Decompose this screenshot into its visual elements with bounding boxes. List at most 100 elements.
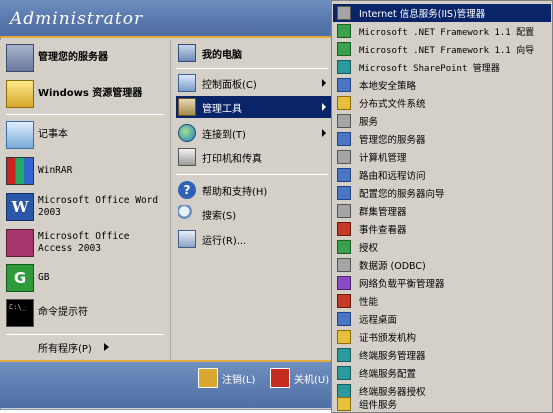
- submenu-item-certificate[interactable]: 证书颁发机构: [333, 328, 551, 346]
- connect-icon: [178, 124, 196, 142]
- start-item-label: GB: [38, 272, 50, 283]
- start-item-cmd[interactable]: C:\_ 命令提示符: [6, 298, 166, 328]
- start-item-label: 打印机和传真: [202, 153, 262, 165]
- start-item-label: WinRAR: [38, 165, 73, 176]
- start-item-my-computer[interactable]: 我的电脑: [176, 42, 332, 64]
- submenu-item-routing[interactable]: 路由和远程访问: [333, 166, 551, 184]
- start-item-explorer[interactable]: Windows 资源管理器: [6, 78, 166, 110]
- ts-config-icon: [337, 366, 351, 380]
- submenu-item-label: 终端服务配置: [359, 369, 417, 380]
- routing-icon: [337, 168, 351, 182]
- start-item-label: Windows 资源管理器: [38, 88, 143, 99]
- cmd-icon: C:\_: [6, 299, 34, 327]
- submenu-item-nlb[interactable]: 网络负载平衡管理器: [333, 274, 551, 292]
- submenu-item-ts-manager[interactable]: 终端服务管理器: [333, 346, 551, 364]
- start-item-admin-tools[interactable]: 管理工具: [176, 96, 332, 118]
- start-item-label: 我的电脑: [202, 49, 242, 61]
- arrow-right-icon: [104, 343, 109, 351]
- submenu-item-label: 路由和远程访问: [359, 171, 426, 182]
- submenu-item-sharepoint[interactable]: Microsoft SharePoint 管理器: [333, 58, 551, 76]
- shutdown-button[interactable]: 关机(U): [270, 368, 329, 388]
- submenu-item-label: 服务: [359, 117, 379, 128]
- submenu-item-manage-server[interactable]: 管理您的服务器: [333, 130, 551, 148]
- power-icon: [270, 368, 290, 388]
- submenu-item-label: 事件查看器: [359, 225, 407, 236]
- admin-tools-icon: [178, 98, 196, 116]
- remote-desktop-icon: [337, 312, 351, 326]
- start-item-label: 管理工具: [202, 103, 242, 115]
- submenu-item-label: Microsoft SharePoint 管理器: [359, 63, 500, 74]
- submenu-item-licensing[interactable]: 授权: [333, 238, 551, 256]
- submenu-item-security-policy[interactable]: 本地安全策略: [333, 76, 551, 94]
- start-item-manage-server[interactable]: 管理您的服务器: [6, 42, 166, 74]
- submenu-item-label: 数据源 (ODBC): [359, 261, 426, 272]
- start-item-control-panel[interactable]: 控制面板(C): [176, 72, 332, 94]
- submenu-item-dotnet-config[interactable]: Microsoft .NET Framework 1.1 配置: [333, 22, 551, 40]
- start-item-access[interactable]: Microsoft Office Access 2003: [6, 228, 166, 258]
- start-item-printers[interactable]: 打印机和传真: [176, 146, 332, 168]
- submenu-item-label: 配置您的服务器向导: [359, 189, 445, 200]
- submenu-item-label: Microsoft .NET Framework 1.1 配置: [359, 27, 535, 38]
- submenu-item-event-viewer[interactable]: 事件查看器: [333, 220, 551, 238]
- arrow-right-icon: [322, 79, 326, 87]
- start-item-label: Microsoft Office Word 2003: [38, 195, 159, 218]
- submenu-item-dfs[interactable]: 分布式文件系统: [333, 94, 551, 112]
- submenu-item-iis[interactable]: Internet 信息服务(IIS)管理器: [333, 4, 551, 22]
- start-item-winrar[interactable]: WinRAR: [6, 156, 166, 186]
- submenu-item-configure-server[interactable]: 配置您的服务器向导: [333, 184, 551, 202]
- submenu-item-cluster[interactable]: 群集管理器: [333, 202, 551, 220]
- search-icon: [178, 205, 196, 223]
- submenu-item-label: Internet 信息服务(IIS)管理器: [359, 9, 486, 20]
- run-icon: [178, 230, 196, 248]
- submenu-item-label: 分布式文件系统: [359, 99, 426, 110]
- nlb-icon: [337, 276, 351, 290]
- odbc-icon: [337, 258, 351, 272]
- printer-icon: [178, 148, 196, 166]
- submenu-item-remote-desktop[interactable]: 远程桌面: [333, 310, 551, 328]
- event-viewer-icon: [337, 222, 351, 236]
- start-item-connect-to[interactable]: 连接到(T): [176, 122, 332, 144]
- start-item-label: Microsoft Office Access 2003: [38, 231, 130, 254]
- start-item-gb[interactable]: G GB: [6, 264, 166, 292]
- computer-management-icon: [337, 150, 351, 164]
- manage-server-icon: [337, 132, 351, 146]
- logoff-icon: [198, 368, 218, 388]
- logoff-button[interactable]: 注销(L): [198, 368, 255, 388]
- submenu-item-component-services[interactable]: 组件服务: [333, 396, 551, 412]
- submenu-item-label: 计算机管理: [359, 153, 407, 164]
- cluster-icon: [337, 204, 351, 218]
- start-item-help[interactable]: ? 帮助和支持(H): [176, 179, 332, 201]
- submenu-item-odbc[interactable]: 数据源 (ODBC): [333, 256, 551, 274]
- start-item-word[interactable]: W Microsoft Office Word 2003: [6, 192, 166, 222]
- dotnet-config-icon: [337, 24, 351, 38]
- start-item-label: 运行(R)...: [202, 235, 247, 247]
- submenu-item-dotnet-wizard[interactable]: Microsoft .NET Framework 1.1 向导: [333, 40, 551, 58]
- start-item-run[interactable]: 运行(R)...: [176, 228, 332, 250]
- left-separator: [6, 114, 164, 115]
- dotnet-wizard-icon: [337, 42, 351, 56]
- right-separator: [176, 68, 328, 69]
- gb-icon: G: [6, 264, 34, 292]
- word-icon: W: [6, 193, 34, 221]
- submenu-item-ts-config[interactable]: 终端服务配置: [333, 364, 551, 382]
- submenu-item-label: 管理您的服务器: [359, 135, 426, 146]
- help-icon: ?: [178, 181, 196, 199]
- start-item-label: 帮助和支持(H): [202, 186, 268, 198]
- performance-icon: [337, 294, 351, 308]
- submenu-item-services[interactable]: 服务: [333, 112, 551, 130]
- start-item-label: 管理您的服务器: [38, 52, 108, 63]
- services-icon: [337, 114, 351, 128]
- submenu-item-performance[interactable]: 性能: [333, 292, 551, 310]
- all-programs-button[interactable]: 所有程序(P): [38, 340, 92, 355]
- submenu-item-computer-management[interactable]: 计算机管理: [333, 148, 551, 166]
- right-separator: [176, 174, 328, 175]
- user-name: Administrator: [10, 9, 144, 29]
- dfs-icon: [337, 96, 351, 110]
- start-item-search[interactable]: 搜索(S): [176, 203, 332, 225]
- winrar-icon: [6, 157, 34, 185]
- start-item-label: 连接到(T): [202, 129, 246, 141]
- start-item-notepad[interactable]: 记事本: [6, 120, 166, 150]
- access-icon: [6, 229, 34, 257]
- configure-server-icon: [337, 186, 351, 200]
- arrow-right-icon: [322, 103, 326, 111]
